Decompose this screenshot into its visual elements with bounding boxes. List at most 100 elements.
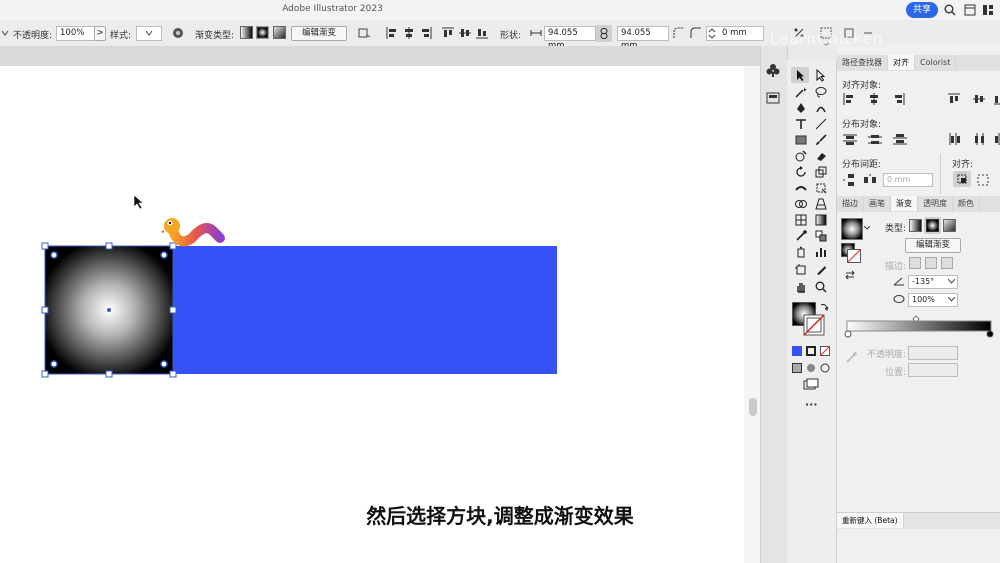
radial-gradient-button[interactable] [924, 217, 941, 234]
stroke-swatch[interactable] [803, 314, 825, 336]
tab-align[interactable]: 对齐 [888, 55, 915, 70]
hand-icon[interactable] [795, 281, 807, 293]
align-left-icon[interactable] [843, 93, 855, 105]
free-transform-icon[interactable] [815, 182, 827, 194]
spacing-field[interactable]: 0 mm [883, 173, 933, 187]
selection-tool[interactable] [791, 67, 809, 83]
stepper-icon[interactable] [708, 28, 716, 39]
tab-pathfinder[interactable]: 路径查找器 [837, 55, 888, 70]
link-dimensions-button[interactable] [596, 25, 612, 42]
tab-brushes[interactable]: 画笔 [864, 196, 891, 211]
direct-selection-icon[interactable] [816, 69, 826, 82]
tab-colorist[interactable]: Colorist [915, 55, 957, 70]
eyedropper-icon[interactable] [845, 352, 857, 364]
workspace-icon[interactable] [982, 4, 994, 16]
eraser-icon[interactable] [815, 150, 827, 162]
paintbrush-icon[interactable] [815, 134, 827, 146]
align-to-key-object-button[interactable] [953, 171, 971, 187]
tab-transparency[interactable]: 透明度 [918, 196, 953, 211]
gradient-tool-icon[interactable] [815, 214, 827, 226]
blue-rectangle[interactable] [172, 246, 557, 374]
color-mode-icon[interactable] [792, 346, 802, 356]
gradient-slider[interactable] [843, 313, 995, 339]
height-field[interactable]: 94.055 mm [617, 26, 669, 51]
arrange-icon[interactable] [964, 4, 976, 16]
tab-gradient[interactable]: 渐变 [891, 196, 918, 211]
chevron-down-icon[interactable] [948, 279, 955, 284]
edit-gradient-button[interactable]: 编辑渐变 [291, 26, 347, 41]
shaper-icon[interactable] [795, 150, 807, 162]
eyedropper-icon[interactable] [795, 230, 807, 242]
distribute-hcenter-icon[interactable] [973, 133, 987, 145]
corner-type-icon[interactable] [673, 27, 685, 39]
type-icon[interactable] [795, 118, 807, 130]
linear-gradient-icon[interactable] [240, 26, 253, 39]
scrollbar-thumb[interactable] [749, 398, 757, 416]
width-tool-icon[interactable] [795, 182, 807, 194]
distribute-left-icon[interactable] [948, 133, 962, 145]
chevron-down-icon[interactable] [948, 297, 955, 302]
linear-gradient-icon[interactable] [909, 219, 922, 232]
share-button[interactable]: 共享 [906, 2, 938, 18]
distribute-vcenter-icon[interactable] [868, 133, 882, 145]
distribute-right-icon[interactable] [994, 133, 1000, 145]
none-mode-icon[interactable] [820, 346, 830, 356]
radial-gradient-icon[interactable] [256, 26, 269, 39]
swap-fill-stroke-icon[interactable] [820, 302, 829, 311]
align-top-icon[interactable] [948, 93, 960, 105]
align-bottom-icon[interactable] [476, 27, 488, 39]
draw-inside-icon[interactable] [820, 363, 830, 373]
blend-icon[interactable] [815, 230, 827, 242]
recolor-icon[interactable] [172, 27, 184, 39]
curvature-icon[interactable] [815, 102, 827, 114]
distribute-bottom-icon[interactable] [893, 133, 907, 145]
gradient-stroke-small-swatch[interactable] [847, 249, 861, 263]
vertical-scrollbar[interactable] [744, 66, 760, 563]
align-hcenter-icon[interactable] [403, 27, 415, 39]
opacity-arrow-button[interactable]: > [94, 26, 106, 41]
more-tools-icon[interactable]: ··· [805, 398, 818, 411]
search-icon[interactable] [944, 4, 956, 16]
rotate-icon[interactable] [795, 166, 807, 178]
screen-mode-icon[interactable] [803, 378, 819, 390]
rectangle-icon[interactable] [795, 134, 807, 146]
width-field[interactable]: 94.055 mm [544, 26, 596, 51]
pen-icon[interactable] [795, 102, 807, 114]
artboard-icon[interactable] [795, 264, 807, 276]
distribute-top-icon[interactable] [843, 133, 857, 145]
spacing-vertical-icon[interactable] [843, 174, 857, 186]
libraries-icon[interactable] [766, 92, 780, 104]
line-segment-icon[interactable] [815, 118, 827, 130]
edit-gradient-panel-button[interactable]: 编辑渐变 [905, 238, 961, 253]
draw-behind-icon[interactable] [806, 363, 816, 373]
tab-color[interactable]: 颜色 [953, 196, 980, 211]
align-right-icon[interactable] [893, 93, 905, 105]
align-vcenter-icon[interactable] [973, 93, 985, 105]
slice-icon[interactable] [815, 264, 827, 276]
align-top-icon[interactable] [442, 27, 454, 39]
lasso-icon[interactable] [815, 86, 827, 98]
gradient-preview-swatch[interactable] [841, 218, 863, 240]
chevron-down-icon[interactable] [864, 226, 870, 230]
reverse-gradient-icon[interactable] [845, 270, 855, 280]
spacing-horizontal-icon[interactable] [864, 174, 878, 186]
align-options-icon[interactable] [977, 174, 989, 186]
align-hcenter-icon[interactable] [868, 93, 880, 105]
align-left-icon[interactable] [386, 27, 398, 39]
column-graph-icon[interactable] [815, 246, 827, 258]
stop-opacity-field[interactable] [908, 346, 958, 360]
freeform-gradient-icon[interactable] [273, 26, 286, 39]
selection-bounding-box[interactable] [40, 240, 180, 380]
shape-builder-icon[interactable] [795, 198, 807, 210]
mesh-icon[interactable] [795, 214, 807, 226]
chevron-down-icon[interactable] [1, 29, 9, 37]
zoom-icon[interactable] [815, 281, 827, 293]
align-vcenter-icon[interactable] [459, 27, 471, 39]
corner-radius-icon[interactable] [690, 27, 702, 39]
magic-wand-icon[interactable] [795, 86, 807, 98]
align-bottom-icon[interactable] [994, 93, 1000, 105]
symbol-sprayer-icon[interactable] [795, 246, 807, 258]
reset-key-tab[interactable]: 重新键入 (Beta) [837, 513, 904, 528]
perspective-grid-icon[interactable] [815, 198, 827, 210]
stop-position-field[interactable] [908, 363, 958, 377]
